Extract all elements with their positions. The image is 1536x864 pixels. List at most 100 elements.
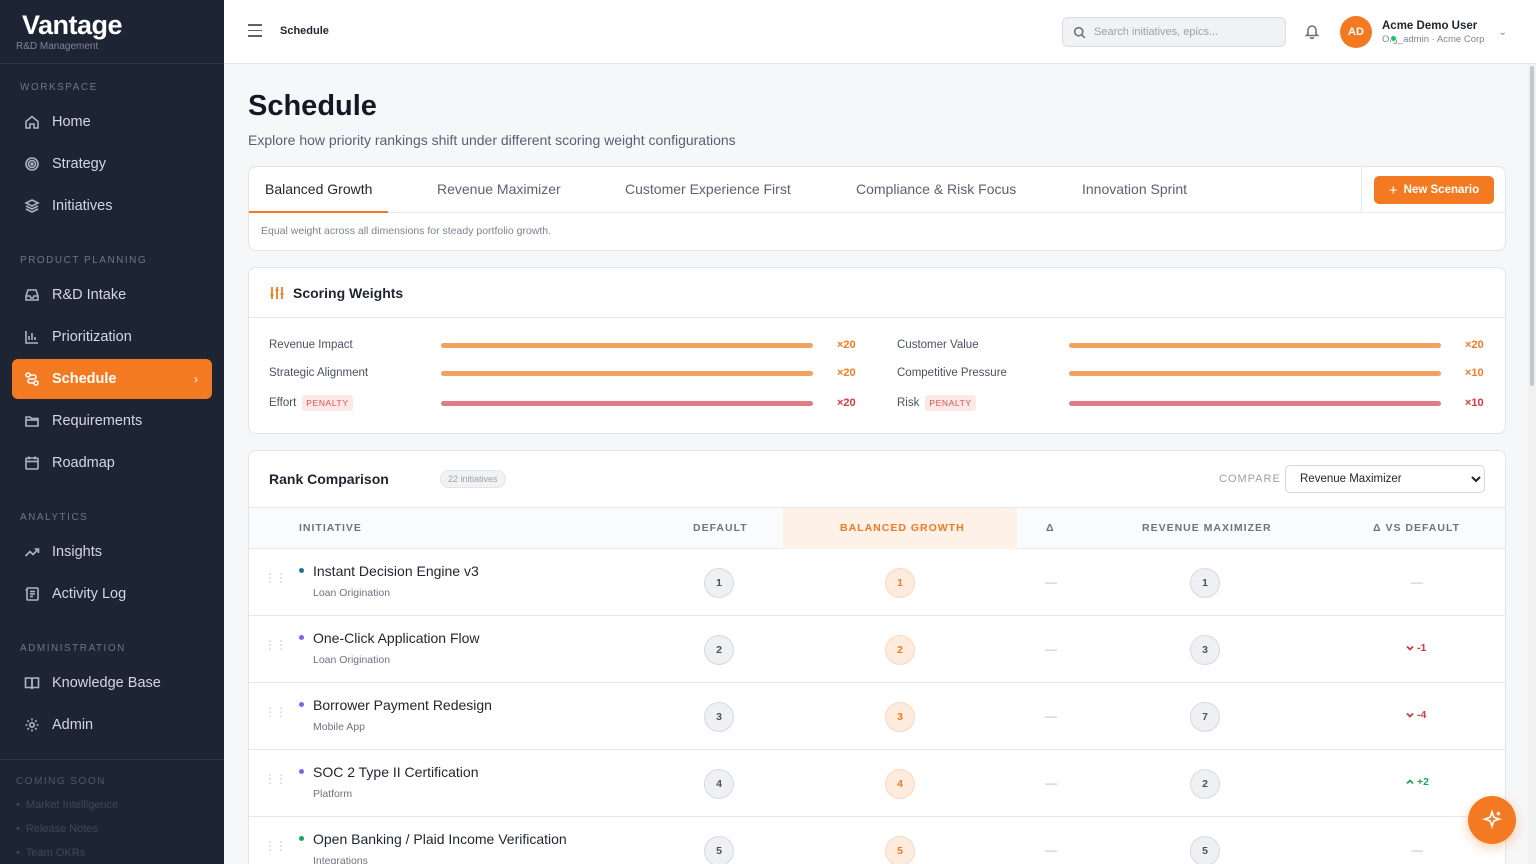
brand[interactable]: Vantage R&D Management — [0, 0, 224, 64]
delta-vs-default: -4 — [1405, 709, 1426, 721]
nav-section-workspace: WORKSPACE — [20, 82, 98, 93]
sidebar-item-roadmap[interactable]: Roadmap — [12, 443, 212, 483]
book-icon — [24, 675, 40, 691]
weight-label: Strategic Alignment — [269, 367, 369, 379]
breadcrumb: Schedule — [280, 25, 329, 37]
sidebar-item-admin[interactable]: Admin — [12, 705, 212, 745]
sliders-icon — [270, 286, 284, 299]
col-delta-vs-default[interactable]: Δ VS DEFAULT — [1373, 522, 1460, 534]
rank-default: 4 — [704, 769, 734, 799]
rank-balanced-growth: 5 — [885, 836, 915, 864]
folder-icon — [24, 413, 40, 429]
weight-label: Competitive Pressure — [897, 367, 1007, 379]
drag-handle-icon[interactable]: ⋮⋮ — [264, 639, 287, 651]
drag-handle-icon[interactable]: ⋮⋮ — [264, 773, 287, 785]
tab-innovation-sprint[interactable]: Innovation Sprint — [1066, 167, 1203, 213]
initiative-status-dot — [299, 702, 304, 707]
sidebar-item-schedule[interactable]: Schedule › — [12, 359, 212, 399]
sidebar-item-knowledge-base[interactable]: Knowledge Base — [12, 663, 212, 703]
col-default[interactable]: DEFAULT — [693, 522, 748, 534]
initiative-team: Mobile App — [313, 721, 365, 733]
delta-vs-default-none: — — [1411, 575, 1423, 589]
user-menu[interactable]: AD Acme Demo User Org_admin · Acme Corp … — [1340, 15, 1507, 49]
table-row[interactable]: ⋮⋮ One-Click Application Flow Loan Origina… — [249, 616, 1505, 683]
sidebar-item-label: Home — [52, 114, 91, 130]
table-row[interactable]: ⋮⋮ Open Banking / Plaid Income Verificati… — [249, 817, 1505, 864]
initiative-count-badge: 22 initiatives — [440, 470, 506, 488]
tab-balanced-growth[interactable]: Balanced Growth — [249, 167, 389, 213]
initiative-status-dot — [299, 836, 304, 841]
page-scrollbar[interactable] — [1528, 64, 1536, 864]
menu-icon[interactable] — [248, 24, 262, 40]
drag-handle-icon[interactable]: ⋮⋮ — [264, 706, 287, 718]
weight-multiplier: ×20 — [1465, 339, 1484, 351]
coming-soon-item: Market Intelligence — [0, 793, 224, 817]
weight-bar-effort[interactable] — [441, 401, 813, 406]
nav-section-analytics: ANALYTICS — [20, 512, 89, 523]
table-row[interactable]: ⋮⋮ Instant Decision Engine v3 Loan Origina… — [249, 549, 1505, 616]
table-row[interactable]: ⋮⋮ Borrower Payment Redesign Mobile App 3 3 —… — [249, 683, 1505, 750]
delta-vs-default-none: — — [1411, 843, 1423, 857]
weight-label: Revenue Impact — [269, 339, 353, 351]
sidebar-item-strategy[interactable]: Strategy — [12, 144, 212, 184]
drag-handle-icon[interactable]: ⋮⋮ — [264, 840, 287, 852]
coming-soon-item: Team OKRs — [0, 841, 224, 864]
bar-chart-icon — [24, 329, 40, 345]
weight-multiplier: ×20 — [837, 397, 856, 409]
tab-revenue-maximizer[interactable]: Revenue Maximizer — [421, 167, 577, 213]
sidebar-item-home[interactable]: Home — [12, 102, 212, 142]
initiative-name[interactable]: SOC 2 Type II Certification — [313, 764, 478, 780]
rank-delta: — — [1045, 575, 1057, 589]
sidebar-item-rd-intake[interactable]: R&D Intake — [12, 275, 212, 315]
compare-select[interactable]: Revenue Maximizer — [1285, 465, 1485, 493]
sidebar-item-label: R&D Intake — [52, 287, 127, 303]
rank-delta: — — [1045, 709, 1057, 723]
weight-bar-revenue-impact[interactable] — [441, 343, 813, 348]
table-row[interactable]: ⋮⋮ SOC 2 Type II Certification Platform 4 4 —… — [249, 750, 1505, 817]
weight-bar-customer-value[interactable] — [1069, 343, 1441, 348]
initiative-name[interactable]: Open Banking / Plaid Income Verification — [313, 831, 567, 847]
nav-section-administration: ADMINISTRATION — [20, 643, 126, 654]
initiative-name[interactable]: One-Click Application Flow — [313, 630, 480, 646]
weight-bar-competitive-pressure[interactable] — [1069, 371, 1441, 376]
col-delta[interactable]: Δ — [1046, 522, 1055, 534]
rank-comparison-title: Rank Comparison — [269, 471, 389, 487]
sidebar-item-insights[interactable]: Insights — [12, 532, 212, 572]
new-scenario-button[interactable]: + New Scenario — [1374, 176, 1494, 204]
tab-compliance-risk-focus[interactable]: Compliance & Risk Focus — [840, 167, 1032, 213]
ai-assistant-button[interactable] — [1468, 796, 1516, 844]
penalty-badge: PENALTY — [302, 395, 353, 411]
rank-revenue-maximizer: 5 — [1190, 836, 1220, 864]
weight-bar-strategic-alignment[interactable] — [441, 371, 813, 376]
scoring-weights-card: Scoring Weights Revenue Impact ×20 Strat… — [248, 267, 1506, 434]
weight-bar-fill — [441, 371, 813, 376]
col-initiative[interactable]: INITIATIVE — [299, 522, 362, 534]
weight-bar-fill — [1069, 401, 1441, 406]
compare-label: COMPARE — [1219, 473, 1281, 485]
log-icon — [24, 586, 40, 602]
sidebar-item-label: Knowledge Base — [52, 675, 161, 691]
weight-revenue-impact: Revenue Impact — [269, 335, 353, 355]
tab-customer-experience-first[interactable]: Customer Experience First — [609, 167, 807, 213]
notifications-button[interactable] — [1304, 23, 1320, 41]
drag-handle-icon[interactable]: ⋮⋮ — [264, 572, 287, 584]
delta-value: +2 — [1417, 776, 1429, 788]
initiative-name[interactable]: Instant Decision Engine v3 — [313, 563, 479, 579]
user-name: Acme Demo User — [1382, 19, 1478, 32]
sidebar-item-activity-log[interactable]: Activity Log — [12, 574, 212, 614]
col-balanced-growth[interactable]: BALANCED GROWTH — [840, 522, 965, 534]
initiative-team: Integrations — [313, 855, 368, 864]
weight-bar-risk[interactable] — [1069, 401, 1441, 406]
sidebar-item-initiatives[interactable]: Initiatives — [12, 186, 212, 226]
delta-vs-default: -1 — [1405, 642, 1426, 654]
sidebar-item-requirements[interactable]: Requirements — [12, 401, 212, 441]
weight-multiplier: ×20 — [837, 367, 856, 379]
scrollbar-thumb[interactable] — [1530, 66, 1534, 386]
weight-strategic-alignment: Strategic Alignment — [269, 363, 368, 383]
search-input[interactable] — [1094, 26, 1274, 38]
search-box[interactable] — [1062, 17, 1286, 47]
initiative-name[interactable]: Borrower Payment Redesign — [313, 697, 492, 713]
sidebar-item-prioritization[interactable]: Prioritization — [12, 317, 212, 357]
col-revenue-maximizer[interactable]: REVENUE MAXIMIZER — [1142, 522, 1272, 534]
chevron-down-icon — [1406, 712, 1414, 718]
